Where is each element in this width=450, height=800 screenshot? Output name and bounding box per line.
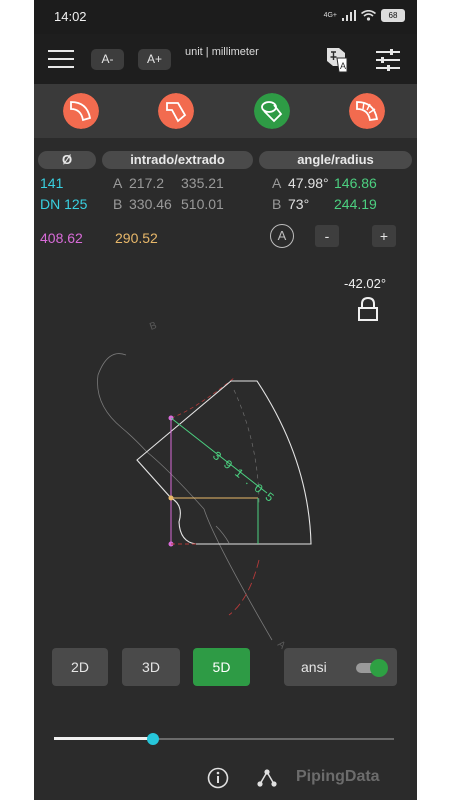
angle-b-label: B — [272, 196, 282, 212]
top-toolbar: A- A+ unit | millimeter A — [34, 34, 417, 84]
view-5d-button[interactable]: 5D — [193, 648, 250, 686]
fitting-drawing[interactable]: 3 9 1 . 0 5 B A — [34, 310, 417, 650]
yellow-length-value: 290.52 — [115, 230, 158, 246]
rotation-angle-readout: -42.02° — [344, 276, 387, 291]
status-icons: 4G+ 68 — [324, 9, 405, 22]
slider-fill — [54, 737, 153, 740]
brand-label: PipingData — [296, 768, 380, 785]
fitting-type-bar — [34, 84, 417, 138]
standard-label: ansi — [301, 659, 327, 675]
angle-radius-header: angle/radius — [259, 151, 412, 169]
row-b-label: B — [113, 196, 123, 212]
row-b-intrado: 330.46 — [129, 196, 172, 212]
diameter-value: 141 — [40, 175, 64, 191]
status-time: 14:02 — [54, 9, 87, 24]
end-b-label: B — [148, 320, 158, 333]
decrement-button[interactable]: - — [315, 225, 339, 247]
status-bar: 14:02 4G+ 68 — [34, 0, 417, 34]
intrado-extrado-header: intrado/extrado — [102, 151, 253, 169]
font-increase-button[interactable]: A+ — [138, 49, 171, 70]
view-2d-button[interactable]: 2D — [52, 648, 108, 686]
standard-selector: ansi — [284, 648, 397, 686]
menu-icon[interactable] — [48, 50, 74, 68]
row-b-extrado: 510.01 — [181, 196, 224, 212]
center-dimension-label: 3 9 1 . 0 5 — [210, 448, 278, 505]
radius-a-value: 146.86 — [334, 175, 377, 191]
angle-slider[interactable] — [54, 730, 394, 748]
pink-length-value: 408.62 — [40, 230, 83, 246]
angle-b-value: 73° — [288, 196, 310, 212]
row-a-label: A — [113, 175, 123, 191]
diameter-header: Ø — [38, 151, 96, 169]
info-icon[interactable] — [207, 767, 229, 789]
segmented-elbow-icon[interactable] — [349, 93, 385, 129]
svg-text:A: A — [340, 61, 346, 71]
mitered-elbow-icon[interactable] — [254, 93, 290, 129]
settings-sliders-icon[interactable] — [375, 49, 401, 71]
radius-b-value: 244.19 — [334, 196, 377, 212]
app-screen: 14:02 4G+ 68 A- A+ unit | millimeter A Ø… — [34, 0, 417, 800]
signal-icon — [342, 10, 356, 21]
standard-toggle-switch[interactable] — [354, 659, 388, 677]
language-icon[interactable]: A — [325, 46, 349, 74]
slider-thumb[interactable] — [146, 733, 159, 745]
select-a-button[interactable]: A — [270, 224, 294, 248]
battery-indicator: 68 — [381, 9, 405, 22]
share-icon[interactable] — [256, 767, 278, 789]
angle-a-label: A — [272, 175, 282, 191]
unit-label: unit | millimeter — [185, 46, 259, 58]
font-decrease-button[interactable]: A- — [91, 49, 124, 70]
elbow-45-icon[interactable] — [158, 93, 194, 129]
elbow-90-icon[interactable] — [63, 93, 99, 129]
row-a-extrado: 335.21 — [181, 175, 224, 191]
wifi-icon — [361, 10, 376, 21]
network-type: 4G+ — [323, 12, 337, 19]
toggle-thumb — [370, 659, 388, 677]
angle-a-value: 47.98° — [288, 175, 329, 191]
row-a-intrado: 217.2 — [129, 175, 165, 191]
view-3d-button[interactable]: 3D — [122, 648, 180, 686]
increment-button[interactable]: + — [372, 225, 396, 247]
nominal-size-value: DN 125 — [40, 196, 88, 212]
